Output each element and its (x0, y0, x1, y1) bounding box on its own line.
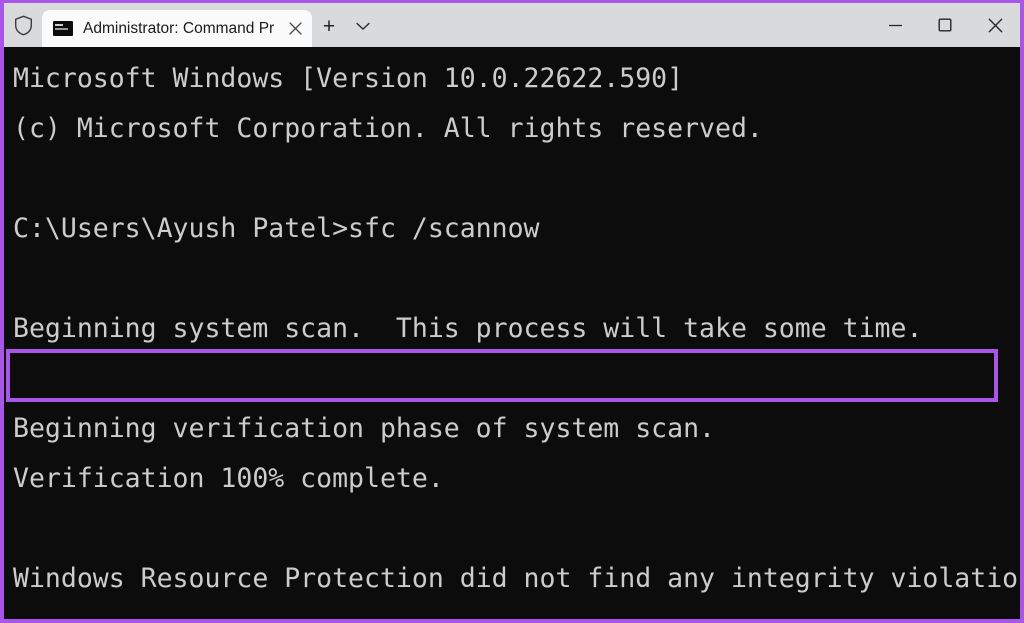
terminal-line: Verification 100% complete. (13, 463, 444, 494)
window-controls (870, 3, 1020, 47)
tab-title: Administrator: Command Pro (83, 19, 274, 37)
title-bar[interactable]: Administrator: Command Pro + (4, 3, 1020, 47)
maximize-button[interactable] (920, 3, 970, 47)
terminal-window: Administrator: Command Pro + Microsoft W… (0, 0, 1024, 623)
shield-icon (4, 3, 42, 47)
titlebar-drag-area[interactable] (380, 10, 870, 47)
maximize-icon (938, 18, 952, 32)
new-tab-button[interactable]: + (312, 8, 346, 45)
minimize-button[interactable] (870, 3, 920, 47)
terminal-line: Beginning system scan. This process will… (13, 313, 923, 344)
close-icon (988, 18, 1002, 32)
terminal-line: . (4, 604, 1020, 619)
plus-icon: + (322, 15, 336, 38)
chevron-down-icon (356, 22, 370, 30)
terminal-line: Microsoft Windows [Version 10.0.22622.59… (13, 63, 684, 94)
close-button[interactable] (970, 3, 1020, 47)
console-icon (53, 21, 73, 36)
minimize-icon (888, 24, 902, 26)
terminal-output-area[interactable]: Microsoft Windows [Version 10.0.22622.59… (4, 47, 1020, 619)
terminal-line: Beginning verification phase of system s… (13, 413, 715, 444)
terminal-text: Microsoft Windows [Version 10.0.22622.59… (4, 47, 1020, 619)
terminal-line: (c) Microsoft Corporation. All rights re… (13, 113, 763, 144)
terminal-line: C:\Users\Ayush Patel>sfc /scannow (13, 213, 540, 244)
tab-administrator-command-prompt[interactable]: Administrator: Command Pro (42, 10, 312, 47)
tab-dropdown-button[interactable] (346, 8, 380, 45)
terminal-line: Windows Resource Protection did not find… (13, 563, 1020, 594)
close-icon[interactable] (282, 16, 308, 42)
